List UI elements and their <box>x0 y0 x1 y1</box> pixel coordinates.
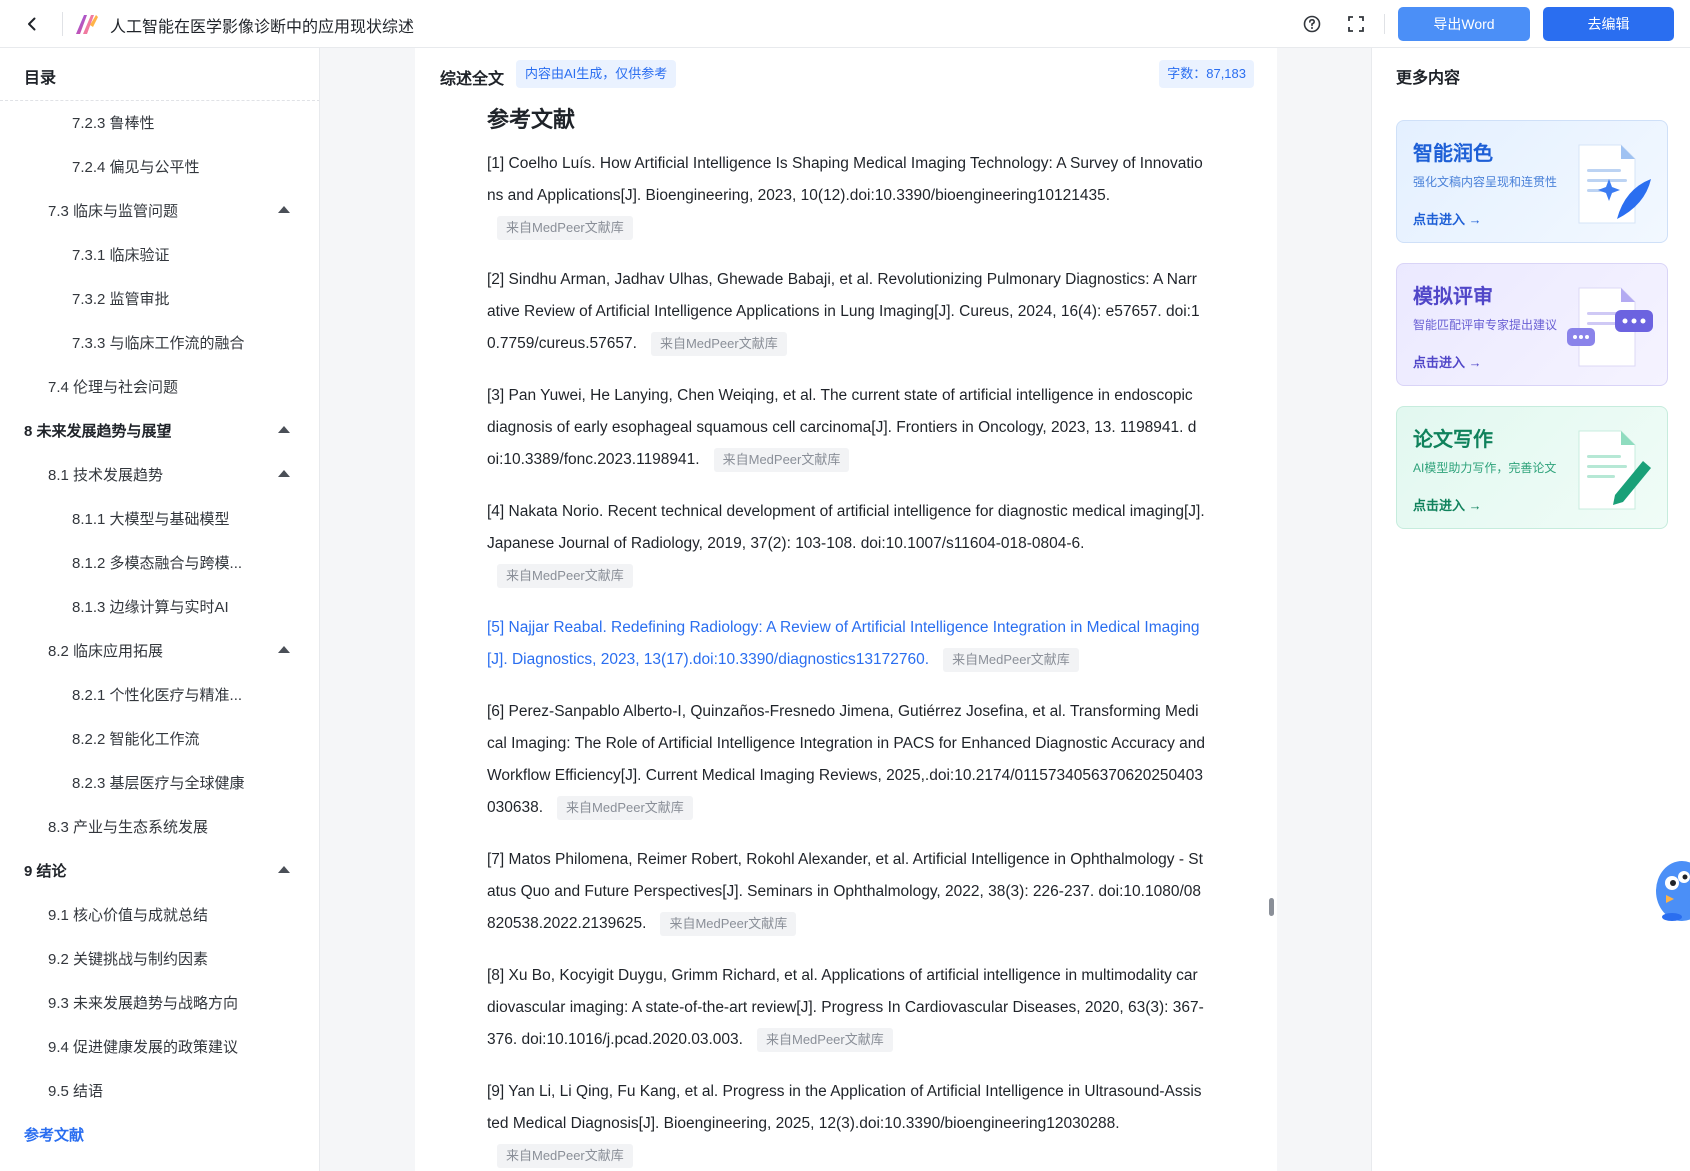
source-tag: 来自MedPeer文献库 <box>650 331 787 356</box>
toc-item[interactable]: 8.2.1 个性化医疗与精准... <box>0 674 319 714</box>
ai-generated-badge: 内容由AI生成，仅供参考 <box>516 60 677 88</box>
fullscreen-icon[interactable] <box>1346 14 1366 34</box>
scrollbar-thumb[interactable] <box>1269 898 1274 916</box>
source-tag: 来自MedPeer文献库 <box>497 563 633 588</box>
toc-item[interactable]: 7.2.3 鲁棒性 <box>0 102 319 142</box>
collapse-caret-icon[interactable] <box>278 426 290 433</box>
toc-title: 目录 <box>24 70 57 87</box>
reference-item[interactable]: [2] Sindhu Arman, Jadhav Ulhas, Ghewade … <box>487 264 1205 360</box>
edit-button[interactable]: 去编辑 <box>1543 7 1674 41</box>
assistant-mascot-icon[interactable] <box>1652 855 1690 925</box>
source-tag: 来自MedPeer文献库 <box>557 795 693 820</box>
source-tag: 来自MedPeer文献库 <box>660 911 797 936</box>
divider <box>0 100 319 101</box>
document-quill-icon <box>1578 144 1651 224</box>
top-bar: 人工智能在医学影像诊断中的应用现状综述 导出Word 去编辑 <box>0 0 1690 48</box>
toc-item[interactable]: 9.1 核心价值与成就总结 <box>0 894 319 934</box>
source-tag: 来自MedPeer文献库 <box>497 215 633 240</box>
toc-item[interactable]: 8.2.2 智能化工作流 <box>0 718 319 758</box>
toc-item[interactable]: 8.2.3 基层医疗与全球健康 <box>0 762 319 802</box>
toc-sidebar: 目录 7.2.3 鲁棒性 7.2.4 偏见与公平性 7.3 临床与监管问题 7.… <box>0 48 320 1171</box>
collapse-caret-icon[interactable] <box>278 470 290 477</box>
reference-item-highlighted[interactable]: [5] Najjar Reabal. Redefining Radiology:… <box>487 612 1205 676</box>
toc-item[interactable]: 8.2 临床应用拓展 <box>0 630 319 670</box>
toc-item[interactable]: 9.5 结语 <box>0 1070 319 1110</box>
collapse-caret-icon[interactable] <box>278 206 290 213</box>
source-tag: 来自MedPeer文献库 <box>943 647 1079 672</box>
source-tag: 来自MedPeer文献库 <box>497 1143 633 1168</box>
help-icon[interactable] <box>1302 14 1322 34</box>
toc-item[interactable]: 7.3 临床与监管问题 <box>0 190 319 230</box>
toc-item[interactable]: 8.1 技术发展趋势 <box>0 454 319 494</box>
review-content: 综述全文 内容由AI生成，仅供参考 字数：87,183 参考文献 [1] Coe… <box>415 48 1277 1171</box>
toc-item-references[interactable]: 参考文献 <box>0 1114 319 1154</box>
document-chat-icon <box>1567 287 1653 367</box>
toc-item[interactable]: 9.3 未来发展趋势与战略方向 <box>0 982 319 1022</box>
toc-item[interactable]: 9.4 促进健康发展的政策建议 <box>0 1026 319 1066</box>
polish-card[interactable]: 智能润色 强化文稿内容呈现和连贯性 点击进入 → <box>1396 120 1668 243</box>
toc-item[interactable]: 9 结论 <box>0 850 319 890</box>
toc-item[interactable]: 9.2 关键挑战与制约因素 <box>0 938 319 978</box>
enter-link[interactable]: 点击进入 → <box>1413 209 1482 228</box>
header-divider <box>62 12 63 36</box>
toc-item[interactable]: 8.1.2 多模态融合与跨模... <box>0 542 319 582</box>
enter-link[interactable]: 点击进入 → <box>1413 352 1482 371</box>
reference-item[interactable]: [3] Pan Yuwei, He Lanying, Chen Weiqing,… <box>487 380 1205 476</box>
toc-item[interactable]: 8.3 产业与生态系统发展 <box>0 806 319 846</box>
reference-item[interactable]: [9] Yan Li, Li Qing, Fu Kang, et al. Pro… <box>487 1076 1205 1171</box>
back-button[interactable] <box>20 12 44 36</box>
chevron-left-icon <box>28 17 36 31</box>
reference-item[interactable]: [7] Matos Philomena, Reimer Robert, Roko… <box>487 844 1205 940</box>
header-divider <box>1384 14 1385 34</box>
document-title: 人工智能在医学影像诊断中的应用现状综述 <box>110 19 415 36</box>
reference-item[interactable]: [1] Coelho Luís. How Artificial Intellig… <box>487 148 1205 244</box>
content-header: 综述全文 内容由AI生成，仅供参考 字数：87,183 <box>415 48 1277 100</box>
toc-item[interactable]: 7.3.2 监管审批 <box>0 278 319 318</box>
more-content-panel: 更多内容 智能润色 强化文稿内容呈现和连贯性 点击进入 → 模拟评审 智能匹配评… <box>1371 48 1690 1171</box>
reference-item[interactable]: [8] Xu Bo, Kocyigit Duygu, Grimm Richard… <box>487 960 1205 1056</box>
enter-link[interactable]: 点击进入 → <box>1413 495 1482 514</box>
toc-item[interactable]: 7.4 伦理与社会问题 <box>0 366 319 406</box>
reference-item[interactable]: [6] Perez-Sanpablo Alberto-I, Quinzaños-… <box>487 696 1205 824</box>
toc-item[interactable]: 8.1.1 大模型与基础模型 <box>0 498 319 538</box>
app-logo-icon <box>76 15 98 34</box>
content-label: 综述全文 <box>440 71 505 88</box>
paper-writing-card[interactable]: 论文写作 AI模型助力写作，完善论文 点击进入 → <box>1396 406 1668 529</box>
document-pencil-icon <box>1578 430 1651 510</box>
export-word-button[interactable]: 导出Word <box>1398 7 1530 41</box>
toc-item[interactable]: 7.3.3 与临床工作流的融合 <box>0 322 319 362</box>
panel-title: 更多内容 <box>1396 70 1461 87</box>
mock-review-card[interactable]: 模拟评审 智能匹配评审专家提出建议 点击进入 → <box>1396 263 1668 386</box>
toc-item[interactable]: 8.1.3 边缘计算与实时AI <box>0 586 319 626</box>
toc-item[interactable]: 8 未来发展趋势与展望 <box>0 410 319 450</box>
collapse-caret-icon[interactable] <box>278 866 290 873</box>
word-count-badge: 字数：87,183 <box>1159 60 1254 88</box>
collapse-caret-icon[interactable] <box>278 646 290 653</box>
references-heading: 参考文献 <box>487 107 576 132</box>
toc-item[interactable]: 7.3.1 临床验证 <box>0 234 319 274</box>
reference-item[interactable]: [4] Nakata Norio. Recent technical devel… <box>487 496 1205 592</box>
source-tag: 来自MedPeer文献库 <box>756 1027 893 1052</box>
source-tag: 来自MedPeer文献库 <box>713 447 850 472</box>
toc-item[interactable]: 7.2.4 偏见与公平性 <box>0 146 319 186</box>
